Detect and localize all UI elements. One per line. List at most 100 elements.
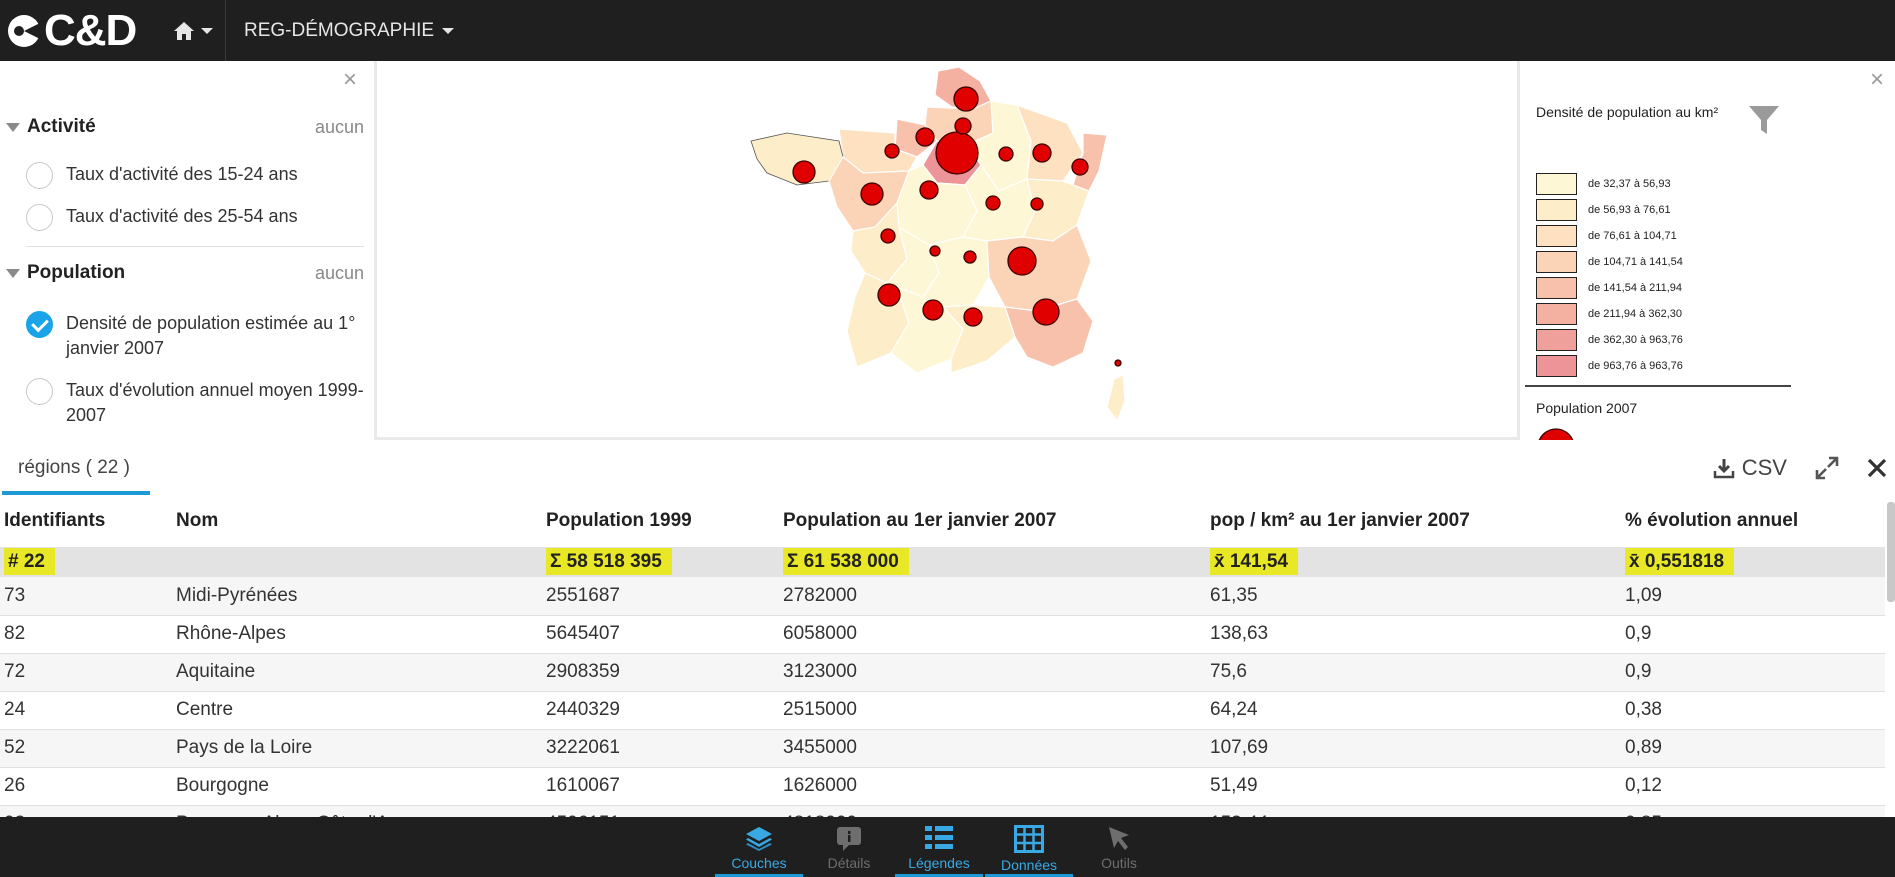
table-row[interactable]: 72 Aquitaine 2908359 3123000 75,6 0,9 — [0, 653, 1885, 692]
deselect-all-link[interactable]: aucun — [315, 117, 364, 138]
layer-item-activite-25-54[interactable]: Taux d'activité des 25-54 ans — [26, 204, 366, 231]
table-cell: 2908359 — [542, 653, 779, 692]
layer-item-evolution[interactable]: Taux d'évolution annuel moyen 1999-2007 — [26, 378, 366, 428]
table-cell: 52 — [0, 729, 172, 768]
legend-bubble-sample-icon — [1538, 428, 1574, 440]
map-selector-menu[interactable]: REG-DÉMOGRAPHIE — [244, 0, 455, 61]
table-cell: Rhône-Alpes — [172, 615, 542, 654]
layer-item-activite-15-24[interactable]: Taux d'activité des 15-24 ans — [26, 162, 366, 189]
table-row[interactable]: 82 Rhône-Alpes 5645407 6058000 138,63 0,9 — [0, 615, 1885, 654]
chevron-down-icon — [201, 27, 213, 34]
bubble-franche-comte — [1030, 197, 1044, 211]
radio-unchecked-icon[interactable] — [26, 378, 53, 405]
map-canvas[interactable] — [374, 61, 1520, 440]
bubble-nord — [953, 86, 979, 112]
layer-label: Densité de population estimée au 1° janv… — [66, 313, 356, 358]
close-icon[interactable] — [1867, 458, 1887, 478]
column-header[interactable]: Population 1999 — [542, 495, 779, 547]
bubble-picardie — [954, 117, 972, 135]
aggregate-row: # 22 Σ 58 518 395 Σ 61 538 000 x̄ 141,54… — [0, 547, 1885, 577]
column-header[interactable]: Population au 1er janvier 2007 — [779, 495, 1206, 547]
column-header[interactable]: pop / km² au 1er janvier 2007 — [1206, 495, 1621, 547]
table-cell: 5645407 — [542, 615, 779, 654]
export-csv-button[interactable]: CSV — [1713, 455, 1787, 481]
data-tools: CSV — [1713, 440, 1887, 495]
table-row[interactable]: 26 Bourgogne 1610067 1626000 51,49 0,12 — [0, 767, 1885, 806]
radio-checked-icon[interactable] — [26, 311, 53, 338]
table-header-row: Identifiants Nom Population 1999 Populat… — [0, 495, 1885, 547]
aggregate-sum: Σ 58 518 395 — [546, 548, 672, 575]
tools-button[interactable]: Outils — [1075, 817, 1163, 877]
legends-button[interactable]: Légendes — [895, 817, 983, 877]
legend-class-label: de 76,61 à 104,71 — [1588, 230, 1677, 242]
table-row[interactable]: 73 Midi-Pyrénées 2551687 2782000 61,35 1,09 — [0, 577, 1885, 616]
divider — [26, 246, 364, 247]
data-table: Identifiants Nom Population 1999 Populat… — [0, 495, 1885, 817]
table-cell: 3455000 — [779, 729, 1206, 768]
table-cell: 6058000 — [779, 615, 1206, 654]
legend-class-label: de 141,54 à 211,94 — [1588, 282, 1682, 294]
legend-class-label: de 104,71 à 141,54 — [1588, 256, 1683, 268]
group-header-activite[interactable]: Activité aucun — [6, 116, 364, 138]
collapse-triangle-icon — [6, 122, 20, 132]
table-cell: 82 — [0, 615, 172, 654]
aggregate-sum: Σ 61 538 000 — [783, 548, 909, 575]
table-row[interactable]: 24 Centre 2440329 2515000 64,24 0,38 — [0, 691, 1885, 730]
bubble-poitou — [880, 228, 896, 244]
cursor-tools-icon — [1109, 827, 1129, 850]
legend-class-row: de 104,71 à 141,54 — [1536, 250, 1683, 274]
bubble-paca — [1032, 298, 1060, 326]
column-header[interactable]: Nom — [172, 495, 542, 547]
legend-class-label: de 211,94 à 362,30 — [1588, 308, 1682, 320]
table-cell: 0,89 — [1621, 729, 1885, 768]
close-legend-panel-icon[interactable]: × — [1870, 68, 1884, 92]
table-cell: 3123000 — [779, 653, 1206, 692]
data-table-container[interactable]: Identifiants Nom Population 1999 Populat… — [0, 495, 1895, 817]
details-icon — [837, 827, 861, 851]
france-regions-map[interactable] — [377, 61, 1517, 437]
table-row[interactable]: 93Provence-Alpes-Côte d'Azur450615148180… — [0, 805, 1885, 817]
table-cell: 26 — [0, 767, 172, 806]
table-cell: 3222061 — [542, 729, 779, 768]
table-cell: Pays de la Loire — [172, 729, 542, 768]
table-row[interactable]: 52 Pays de la Loire 3222061 3455000 107,69 0,… — [0, 729, 1885, 768]
layers-button[interactable]: Couches — [715, 817, 803, 877]
bubble-languedoc — [963, 307, 983, 327]
filter-funnel-icon[interactable] — [1748, 103, 1780, 137]
close-layers-panel-icon[interactable]: × — [343, 68, 357, 92]
toolbar-label: Détails — [827, 855, 871, 871]
data-grid-icon — [1014, 825, 1044, 853]
table-cell: 2515000 — [779, 691, 1206, 730]
table-cell: 1626000 — [779, 767, 1206, 806]
divider — [1525, 385, 1791, 387]
deselect-all-link[interactable]: aucun — [315, 263, 364, 284]
legend-class-label: de 56,93 à 76,61 — [1588, 204, 1671, 216]
column-header[interactable]: Identifiants — [0, 495, 172, 547]
toolbar-label: Données — [1000, 857, 1058, 873]
radio-unchecked-icon[interactable] — [26, 204, 53, 231]
table-scrollbar[interactable] — [1887, 502, 1895, 602]
table-cell: 0,9 — [1621, 653, 1885, 692]
chevron-down-icon — [442, 27, 455, 34]
bubble-pays-de-la-loire — [860, 182, 884, 206]
top-bar: C&D REG-DÉMOGRAPHIE — [0, 0, 1895, 61]
data-button[interactable]: Données — [985, 817, 1073, 877]
aggregate-mean: x̄ 0,551818 — [1625, 548, 1735, 575]
expand-icon[interactable] — [1815, 456, 1839, 480]
layer-item-densite-2007[interactable]: Densité de population estimée au 1° janv… — [26, 311, 366, 361]
toolbar-label: Outils — [1101, 855, 1137, 871]
legend-swatch — [1536, 199, 1577, 221]
legend-swatch — [1536, 225, 1577, 247]
details-button[interactable]: Détails — [805, 817, 893, 877]
table-cell: 51,49 — [1206, 767, 1621, 806]
tab-regions[interactable]: régions ( 22 ) — [2, 440, 150, 495]
home-menu-button[interactable] — [160, 0, 226, 61]
column-header[interactable]: % évolution annuel — [1621, 495, 1885, 547]
legend-title: Densité de population au km² — [1536, 104, 1719, 120]
legend-swatch — [1536, 329, 1577, 351]
legend-swatch — [1536, 173, 1577, 195]
logo-mark-icon — [8, 14, 42, 47]
group-header-population[interactable]: Population aucun — [6, 262, 364, 284]
radio-unchecked-icon[interactable] — [26, 162, 53, 189]
legend-class-label: de 362,30 à 963,76 — [1588, 334, 1683, 346]
